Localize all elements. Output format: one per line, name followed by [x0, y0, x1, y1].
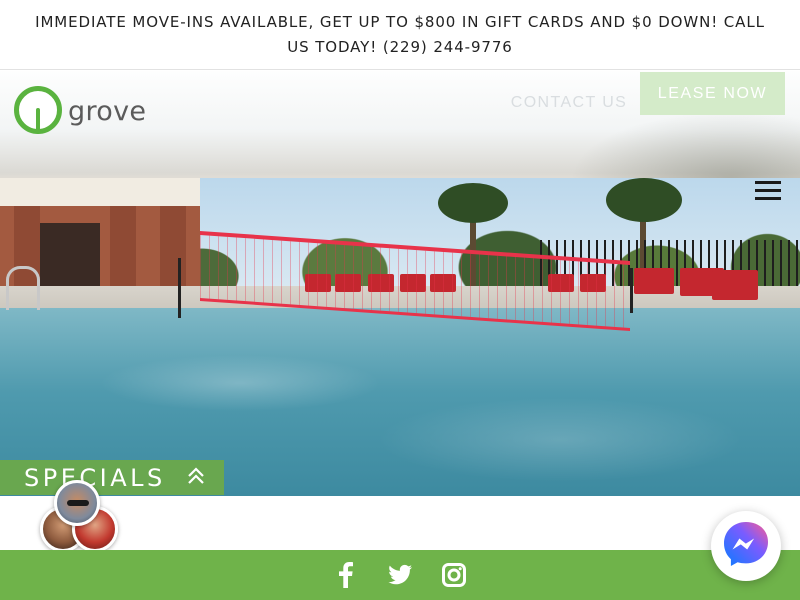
palm-fronds — [606, 178, 682, 222]
hero-section: grove CONTACT US LEASE NOW — [0, 71, 800, 496]
net-pole — [630, 268, 633, 313]
pool-ladder — [6, 266, 40, 310]
pool-house-roof — [0, 178, 200, 206]
lounge-chair — [712, 270, 758, 300]
hero-image — [0, 178, 800, 496]
palm-fronds — [438, 183, 508, 223]
facebook-icon[interactable] — [334, 562, 358, 588]
messenger-button[interactable] — [711, 511, 781, 581]
net-pole — [178, 258, 181, 318]
contact-us-link[interactable]: CONTACT US — [508, 83, 630, 123]
announcement-bar: IMMEDIATE MOVE-INS AVAILABLE, GET UP TO … — [0, 0, 800, 70]
chat-agents-widget[interactable] — [40, 480, 122, 556]
messenger-icon — [722, 520, 770, 573]
twitter-icon[interactable] — [388, 562, 412, 588]
double-chevron-up-icon — [186, 466, 206, 489]
hamburger-menu-icon[interactable] — [755, 179, 781, 203]
lease-now-button[interactable]: LEASE NOW — [640, 72, 785, 115]
lounge-chair — [634, 268, 674, 294]
tree-icon — [14, 86, 62, 134]
instagram-icon[interactable] — [442, 562, 466, 588]
announcement-text: IMMEDIATE MOVE-INS AVAILABLE, GET UP TO … — [35, 12, 765, 56]
logo-text: grove — [68, 96, 147, 127]
social-footer — [0, 550, 800, 600]
logo[interactable]: grove — [14, 86, 146, 134]
agent-avatar — [54, 480, 100, 526]
